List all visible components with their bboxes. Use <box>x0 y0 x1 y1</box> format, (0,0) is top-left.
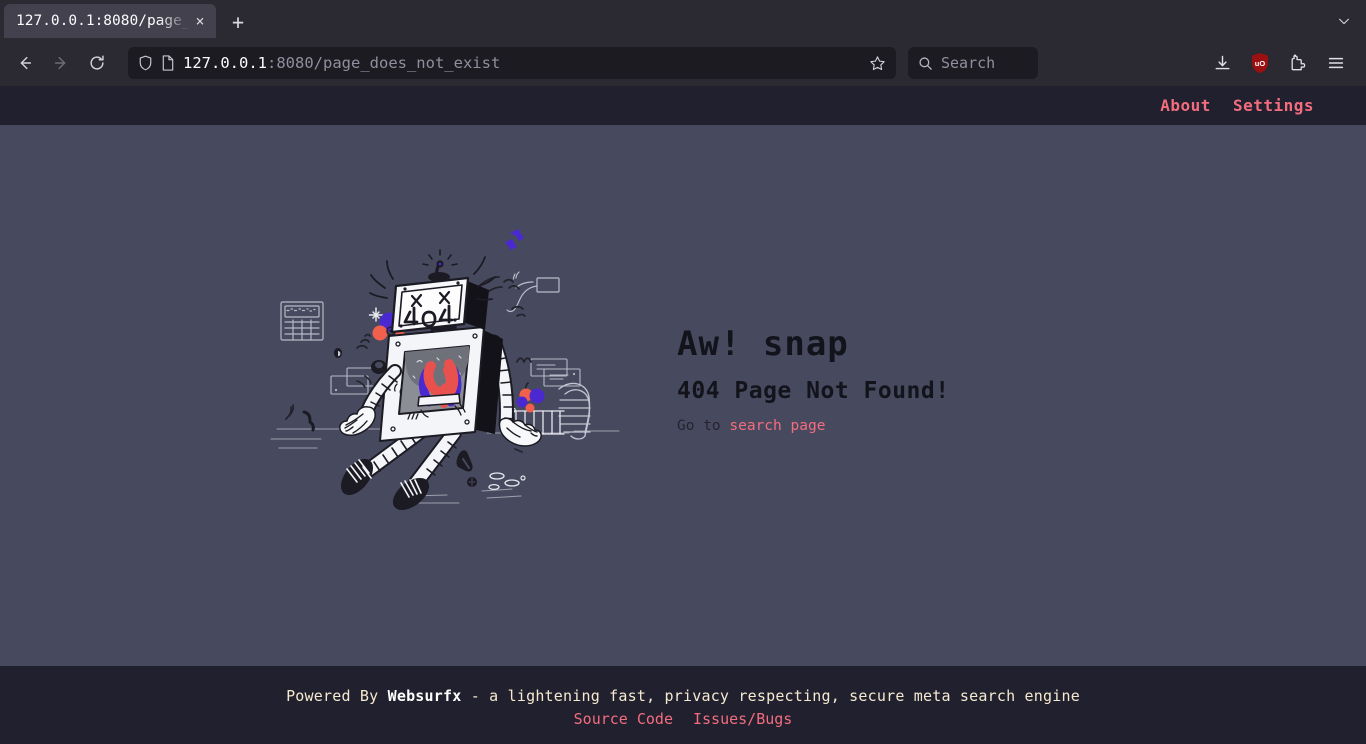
shield-icon[interactable] <box>138 55 153 71</box>
reload-button[interactable] <box>80 46 114 80</box>
ublock-origin-icon[interactable]: uO <box>1244 47 1276 79</box>
browser-search-placeholder: Search <box>941 54 996 72</box>
go-to-search-line: Go to search page <box>677 418 1097 434</box>
bookmark-star-icon[interactable] <box>864 50 890 76</box>
footer-link-source-code[interactable]: Source Code <box>574 710 673 728</box>
list-all-tabs-chevron-down-icon[interactable] <box>1330 8 1358 34</box>
ublock-badge-text: uO <box>1254 58 1266 68</box>
browser-toolbar: 127.0.0.1:8080/page_does_not_exist Searc… <box>0 40 1366 86</box>
page-icon[interactable] <box>161 55 175 71</box>
page-footer: Powered By Websurfx - a lightening fast,… <box>0 666 1366 744</box>
back-button[interactable] <box>8 46 42 80</box>
hamburger-menu-icon[interactable] <box>1320 47 1352 79</box>
address-bar-text: 127.0.0.1:8080/page_does_not_exist <box>183 54 856 72</box>
new-tab-button[interactable]: + <box>222 6 254 38</box>
download-icon[interactable] <box>1206 47 1238 79</box>
site-navigation: About Settings <box>0 86 1366 125</box>
forward-button[interactable] <box>44 46 78 80</box>
footer-tagline: Powered By Websurfx - a lightening fast,… <box>286 687 1080 705</box>
browser-tab[interactable]: 127.0.0.1:8080/page_does_not_exist × <box>4 4 216 38</box>
extension-icon[interactable] <box>1282 47 1314 79</box>
go-to-prefix: Go to <box>677 417 730 434</box>
browser-search-box[interactable]: Search <box>908 47 1038 79</box>
sidebar-item-settings[interactable]: Settings <box>1233 96 1314 115</box>
sidebar-item-about[interactable]: About <box>1160 96 1211 115</box>
tab-strip: 127.0.0.1:8080/page_does_not_exist × + <box>0 0 1366 40</box>
footer-brand: Websurfx <box>387 686 462 705</box>
footer-suffix: - a lightening fast, privacy respecting,… <box>461 686 1080 705</box>
footer-prefix: Powered By <box>286 686 388 705</box>
tab-close-icon[interactable]: × <box>190 11 210 31</box>
url-host: 127.0.0.1 <box>183 54 267 72</box>
error-text-block: Aw! snap 404 Page Not Found! Go to searc… <box>677 314 1097 434</box>
ublock-shield-badge: uO <box>1250 52 1270 74</box>
broken-robot-404-illustration <box>269 224 629 524</box>
error-subtitle: 404 Page Not Found! <box>677 377 950 404</box>
toolbar-icons: uO <box>1206 47 1358 79</box>
search-page-link[interactable]: search page <box>729 418 825 434</box>
main-error-section: Aw! snap 404 Page Not Found! Go to searc… <box>0 125 1366 666</box>
browser-chrome: 127.0.0.1:8080/page_does_not_exist × + <box>0 0 1366 86</box>
page-title: Aw! snap <box>677 323 849 364</box>
address-bar[interactable]: 127.0.0.1:8080/page_does_not_exist <box>128 47 896 79</box>
footer-links: Source Code Issues/Bugs <box>574 710 793 728</box>
page-content: About Settings Aw! snap 404 Page Not Fou… <box>0 86 1366 744</box>
search-icon <box>918 56 933 71</box>
window-controls <box>1330 8 1358 34</box>
footer-link-issues-bugs[interactable]: Issues/Bugs <box>693 710 792 728</box>
url-path: :8080/page_does_not_exist <box>267 54 501 72</box>
tab-title: 127.0.0.1:8080/page_does_not_exist <box>16 13 190 29</box>
